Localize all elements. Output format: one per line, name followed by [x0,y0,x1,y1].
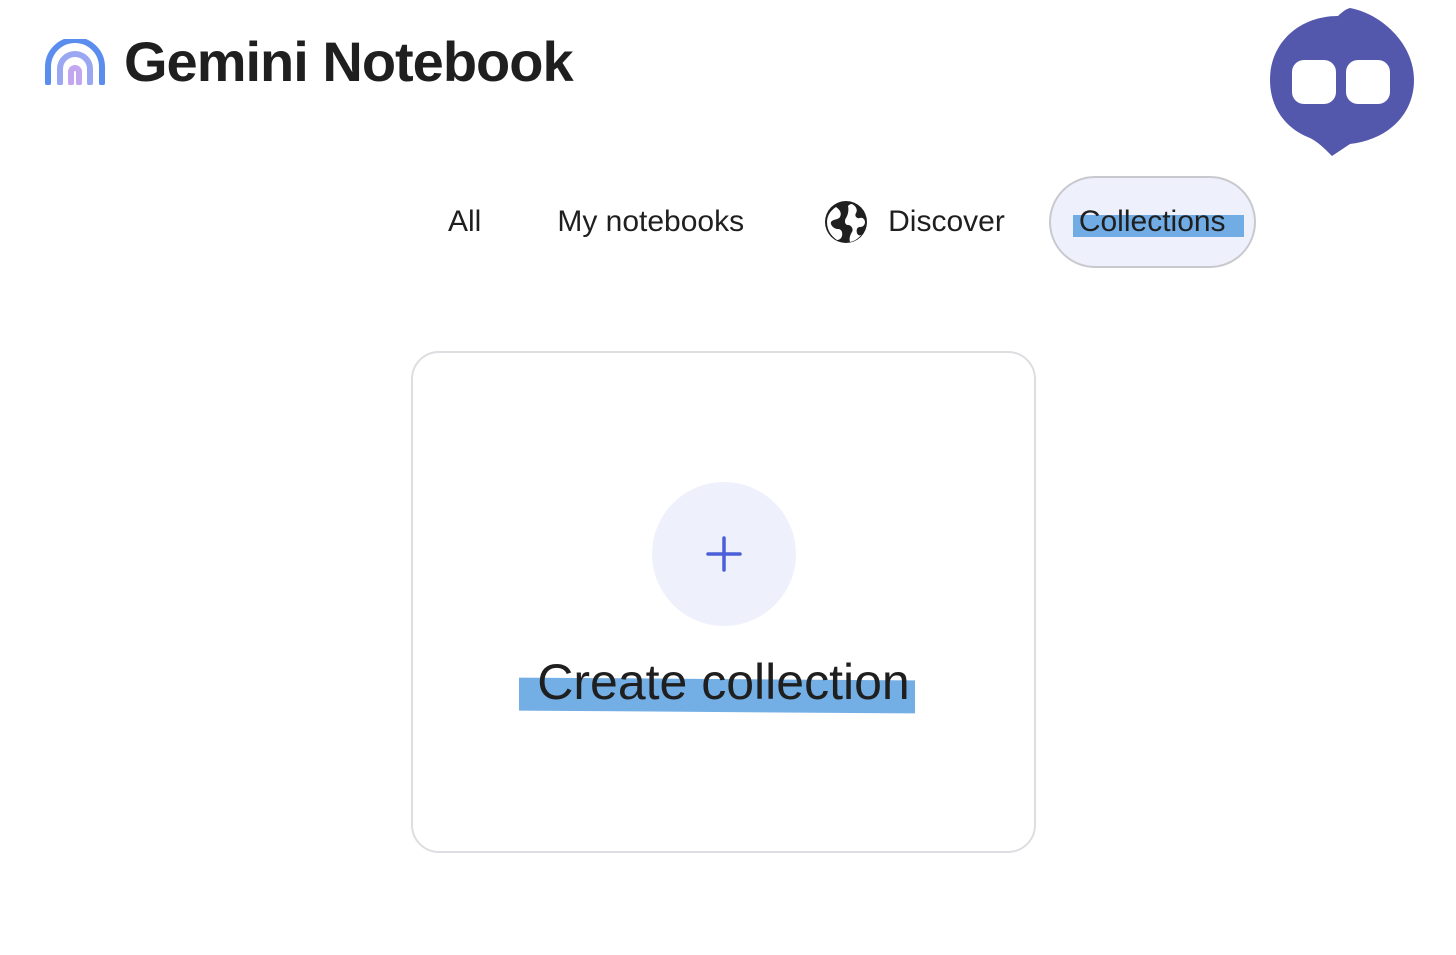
app-title: Gemini Notebook [124,30,574,93]
globe-icon [825,201,868,243]
tab-discover-label: Discover [888,205,1005,238]
tab-discover[interactable]: Discover [796,176,1049,268]
app-header: Gemini Notebook [44,22,574,102]
plus-icon [706,536,742,572]
tab-my-notebooks-label: My notebooks [557,205,745,238]
create-collection-icon-button[interactable] [652,482,796,626]
tab-all-label: All [448,205,482,238]
tab-collections[interactable]: Collections [1048,176,1256,268]
tab-all[interactable]: All [420,176,529,268]
rainbow-arch-icon [45,39,105,85]
create-collection-label-wrap: Create collection [413,655,1034,710]
create-collection-card[interactable]: Create collection [411,351,1036,853]
tab-collections-label: Collections [1072,205,1244,238]
notebook-tabs: All My notebooks Discover Collections [420,176,1256,268]
tab-my-notebooks[interactable]: My notebooks [529,176,796,268]
create-collection-label: Create collection [537,654,910,710]
assistant-eyes-icon[interactable] [1262,6,1422,162]
